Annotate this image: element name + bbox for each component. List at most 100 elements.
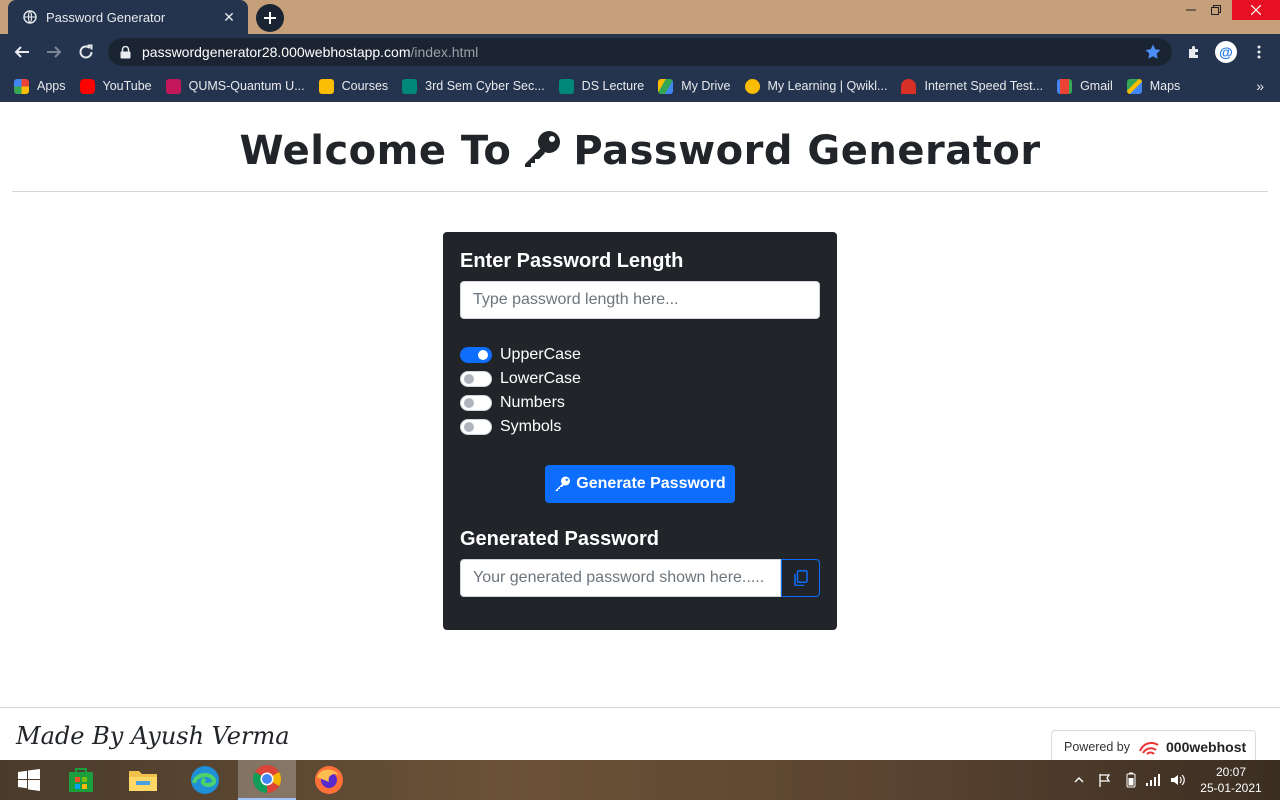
heading-text-start: Welcome To [239, 128, 512, 174]
edge-browser-icon[interactable] [176, 760, 234, 800]
tab-title: Password Generator [46, 9, 166, 25]
title-bar: Password Generator ✕ [0, 0, 1280, 34]
new-tab-button[interactable] [256, 4, 284, 32]
lock-icon [120, 45, 134, 59]
plus-icon [264, 12, 276, 24]
bookmark-label: My Drive [681, 79, 731, 93]
close-tab-icon[interactable]: ✕ [220, 8, 238, 26]
copy-button[interactable] [781, 559, 820, 597]
extensions-puzzle-icon[interactable] [1183, 41, 1205, 63]
bookmark-label: Courses [341, 79, 389, 93]
url-path: /index.html [410, 44, 479, 60]
system-clock[interactable]: 20:07 25-01-2021 [1196, 764, 1266, 796]
battery-icon[interactable] [1126, 760, 1136, 800]
meet-icon [402, 78, 418, 94]
key-icon [554, 476, 571, 492]
header-divider [12, 191, 1268, 192]
file-explorer-icon[interactable] [114, 760, 172, 800]
bookmark-label: Gmail [1080, 79, 1113, 93]
powered-by-text: Powered by [1064, 739, 1131, 754]
restore-button[interactable] [1200, 0, 1232, 20]
length-label: Enter Password Length [460, 250, 684, 272]
webhost-logo-icon [1138, 739, 1160, 755]
qums-icon [165, 78, 181, 94]
profile-avatar-icon[interactable]: @ [1215, 41, 1237, 63]
page-title: Welcome To Password Generator [0, 128, 1280, 178]
bookmark-gmail[interactable]: Gmail [1057, 78, 1113, 94]
password-length-input[interactable] [460, 281, 820, 319]
bookmark-label: YouTube [102, 79, 152, 93]
bookmark-label: My Learning | Qwikl... [767, 79, 888, 93]
bookmark-label: Apps [37, 79, 66, 93]
signal-strength-icon[interactable] [1145, 760, 1161, 800]
clock-time: 20:07 [1215, 765, 1247, 779]
bookmark-courses[interactable]: Courses [318, 78, 389, 94]
kebab-menu-icon[interactable] [1248, 41, 1270, 63]
windows-start-icon[interactable] [0, 760, 58, 800]
url-host: passwordgenerator28.000webhostapp.com [142, 44, 411, 60]
gmail-icon [1057, 78, 1073, 94]
powered-by-badge[interactable]: Powered by 000webhost [1051, 730, 1256, 762]
clipboard-copy-icon [793, 570, 808, 586]
bookmark-qums[interactable]: QUMS-Quantum U... [165, 78, 305, 94]
symbols-option[interactable]: Symbols [460, 418, 561, 436]
bookmark-label: DS Lecture [581, 79, 645, 93]
classroom-icon [318, 78, 334, 94]
apps-grid-icon [14, 78, 29, 94]
symbols-toggle[interactable] [460, 419, 492, 435]
lowercase-label: LowerCase [500, 370, 581, 387]
uppercase-label: UpperCase [500, 346, 581, 363]
address-bar[interactable]: passwordgenerator28.000webhostapp.com/in… [108, 38, 1172, 66]
windows-taskbar: 20:07 25-01-2021 [0, 760, 1280, 800]
bookmark-ds-lecture[interactable]: DS Lecture [558, 78, 645, 94]
bookmark-label: 3rd Sem Cyber Sec... [425, 79, 545, 93]
uppercase-option[interactable]: UpperCase [460, 346, 581, 364]
generate-password-button[interactable]: Generate Password [545, 465, 735, 503]
more-bookmarks-chevron[interactable]: » [1256, 78, 1264, 94]
forward-arrow-icon[interactable] [42, 40, 66, 64]
bookmark-speed-test[interactable]: Internet Speed Test... [901, 78, 1044, 94]
reload-icon[interactable] [74, 40, 98, 64]
generate-button-label: Generate Password [576, 475, 726, 492]
lowercase-toggle[interactable] [460, 371, 492, 387]
bookmark-cyber-sec[interactable]: 3rd Sem Cyber Sec... [402, 78, 545, 94]
bookmark-label: QUMS-Quantum U... [188, 79, 305, 93]
browser-tab[interactable]: Password Generator ✕ [8, 0, 248, 34]
generator-card: Enter Password Length UpperCase LowerCas… [443, 232, 837, 630]
youtube-icon [79, 78, 95, 94]
lowercase-option[interactable]: LowerCase [460, 370, 581, 388]
bookmark-apps[interactable]: Apps [14, 78, 66, 94]
firefox-browser-icon[interactable] [300, 760, 358, 800]
footer-credit: Made By Ayush Verma [16, 722, 290, 750]
volume-icon[interactable] [1170, 760, 1186, 800]
bookmark-label: Internet Speed Test... [924, 79, 1044, 93]
close-window-button[interactable] [1232, 0, 1280, 20]
store-icon[interactable] [52, 760, 110, 800]
drive-icon [658, 78, 674, 94]
meet-icon [558, 78, 574, 94]
uppercase-toggle[interactable] [460, 347, 492, 363]
maps-icon [1126, 78, 1142, 94]
chrome-browser-icon[interactable] [238, 760, 296, 800]
tray-chevron-icon[interactable] [1074, 760, 1084, 800]
globe-icon [22, 9, 38, 25]
bookmark-youtube[interactable]: YouTube [79, 78, 152, 94]
qwiklabs-icon [744, 78, 760, 94]
footer-divider [0, 707, 1280, 708]
symbols-label: Symbols [500, 418, 562, 435]
generated-password-field[interactable] [460, 559, 781, 597]
bookmark-star-icon[interactable] [1144, 43, 1162, 61]
action-flag-icon[interactable] [1098, 760, 1112, 800]
bookmark-my-drive[interactable]: My Drive [658, 78, 731, 94]
back-arrow-icon[interactable] [10, 40, 34, 64]
bookmark-qwiklabs[interactable]: My Learning | Qwikl... [744, 78, 888, 94]
bookmarks-bar: Apps YouTube QUMS-Quantum U... Courses 3… [0, 70, 1280, 102]
numbers-option[interactable]: Numbers [460, 394, 565, 412]
page-content: Welcome To Password Generator Enter Passw… [0, 102, 1280, 762]
generated-label: Generated Password [460, 528, 659, 550]
numbers-toggle[interactable] [460, 395, 492, 411]
bookmark-maps[interactable]: Maps [1126, 78, 1180, 94]
speedometer-icon [901, 78, 917, 94]
heading-text-end: Password Generator [573, 128, 1041, 174]
numbers-label: Numbers [500, 394, 565, 411]
